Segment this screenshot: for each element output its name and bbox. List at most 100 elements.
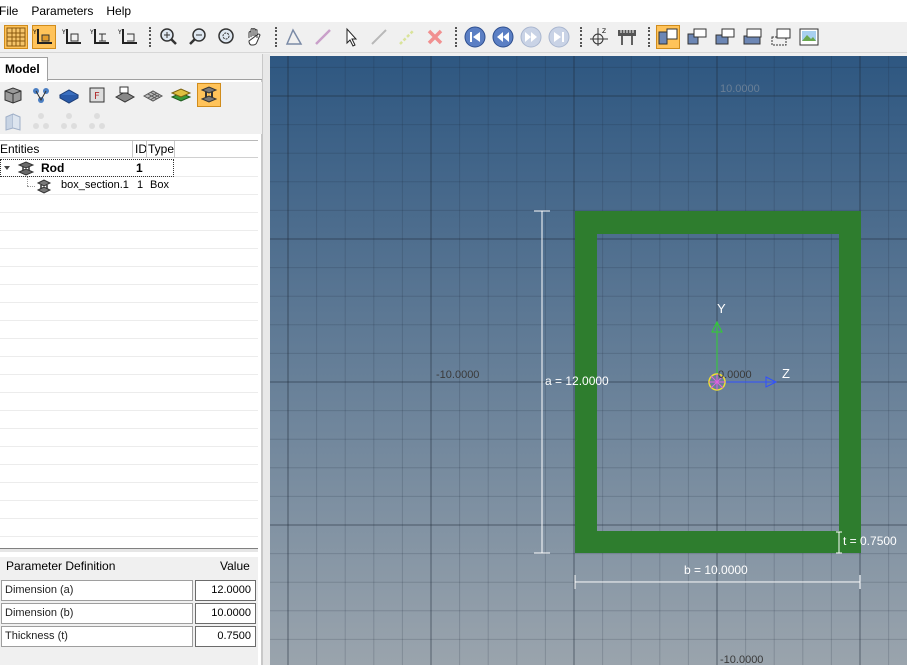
delete-icon[interactable] [423, 25, 447, 49]
tree-row-rod[interactable]: Rod 1 [0, 159, 258, 177]
expand-icon[interactable] [4, 165, 11, 172]
axis-yz-icon[interactable]: Y [32, 25, 56, 49]
panel-tab-bar: Model [0, 54, 262, 81]
grid-icon[interactable] [4, 25, 28, 49]
view-2-icon[interactable] [685, 25, 709, 49]
tree-item-id: 1 [136, 161, 143, 175]
param-label-t: Thickness (t) [1, 626, 193, 647]
new-entity-icon[interactable] [1, 83, 25, 107]
disabled-tool-2-icon[interactable] [57, 109, 81, 133]
pan-icon[interactable] [242, 25, 266, 49]
panel-splitter[interactable] [0, 548, 258, 552]
rod-icon [17, 161, 35, 176]
pointer-icon[interactable] [339, 25, 363, 49]
viewport-canvas [270, 56, 907, 665]
viewport-splitter[interactable] [262, 54, 270, 665]
model-panel: Model F Entities ID Type Rod 1 box_secti… [0, 54, 262, 665]
tree-line [27, 186, 35, 187]
tree-empty-row [0, 267, 258, 285]
disabled-tool-1-icon[interactable] [29, 109, 53, 133]
entity-tree: Entities ID Type Rod 1 box_section.1 1 B… [0, 140, 258, 544]
tree-empty-row [0, 375, 258, 393]
panel-icon-row: F [0, 82, 262, 108]
param-value-t[interactable]: 0.7500 [195, 626, 256, 647]
view-5-icon[interactable] [769, 25, 793, 49]
zoom-fit-icon[interactable] [214, 25, 238, 49]
menu-bar: File Parameters Help [0, 0, 907, 22]
disabled-tool-3-icon[interactable] [85, 109, 109, 133]
dotted-line-icon[interactable] [367, 25, 391, 49]
tree-item-id: 1 [137, 179, 144, 191]
zoom-out-icon[interactable] [186, 25, 210, 49]
tree-item-type: Box [150, 179, 169, 191]
layers-icon[interactable] [169, 83, 193, 107]
measure-icon[interactable] [615, 25, 639, 49]
column-divider [132, 141, 133, 158]
forward-icon[interactable] [519, 25, 543, 49]
app-window: File Parameters Help Y Y Y Y Z Model F E… [0, 0, 907, 665]
tree-empty-row [0, 339, 258, 357]
tick-left: -10.0000 [436, 369, 480, 381]
tick-bottom: -10.0000 [720, 654, 764, 665]
dashed-line-icon[interactable] [395, 25, 419, 49]
line-icon[interactable] [311, 25, 335, 49]
sketch-icon[interactable] [1, 109, 25, 133]
axis-settings-icon[interactable]: Z [587, 25, 611, 49]
z-axis-label: Z [782, 366, 790, 381]
menu-file[interactable]: File [0, 0, 25, 22]
dimension-t-label[interactable]: t = 0.7500 [843, 534, 897, 548]
material-icon[interactable] [113, 83, 137, 107]
view-4-icon[interactable] [741, 25, 765, 49]
menu-help[interactable]: Help [106, 0, 138, 22]
load-icon[interactable]: F [85, 83, 109, 107]
axis-yz-4-icon[interactable]: Y [117, 25, 141, 49]
menu-parameters[interactable]: Parameters [31, 0, 100, 22]
tree-empty-row [0, 357, 258, 375]
tree-header: Entities ID Type [0, 141, 258, 158]
view-1-icon[interactable] [656, 25, 680, 49]
axis-yz-3-icon[interactable]: Y [89, 25, 113, 49]
tree-empty-row [0, 321, 258, 339]
section-icon[interactable] [197, 83, 221, 107]
svg-text:Z: Z [602, 28, 606, 35]
svg-text:F: F [94, 91, 100, 102]
rewind-icon[interactable] [491, 25, 515, 49]
tick-top: 10.0000 [720, 83, 760, 95]
view-3-icon[interactable] [713, 25, 737, 49]
tree-line [27, 177, 28, 186]
mesh-icon[interactable] [141, 83, 165, 107]
zoom-in-icon[interactable] [156, 25, 180, 49]
tree-empty-row [0, 429, 258, 447]
dimension-b-label[interactable]: b = 10.0000 [684, 563, 748, 577]
toolbar-separator [275, 27, 277, 47]
toolbar-separator [580, 27, 582, 47]
first-icon[interactable] [463, 25, 487, 49]
tab-model[interactable]: Model [0, 57, 48, 81]
tick-origin: 0.0000 [718, 369, 752, 381]
param-value-a[interactable]: 12.0000 [195, 580, 256, 601]
param-header-value: Value [220, 559, 250, 573]
tree-empty-row [0, 303, 258, 321]
svg-text:Y: Y [33, 29, 37, 36]
tree-empty-row [0, 501, 258, 519]
col-type[interactable]: Type [148, 142, 174, 156]
dimension-a-label[interactable]: a = 12.0000 [545, 374, 609, 388]
graphics-viewport[interactable]: 10.0000 -10.0000 0.0000 -10.0000 a = 12.… [270, 56, 907, 665]
plate-icon[interactable] [57, 83, 81, 107]
toolbar-separator [149, 27, 151, 47]
param-header-definition: Parameter Definition [6, 559, 116, 573]
last-icon[interactable] [547, 25, 571, 49]
tree-empty-row [0, 411, 258, 429]
toolbar-separator [648, 27, 650, 47]
axis-yz-2-icon[interactable]: Y [61, 25, 85, 49]
param-value-b[interactable]: 10.0000 [195, 603, 256, 624]
col-entities[interactable]: Entities [0, 142, 39, 156]
svg-text:Y: Y [62, 29, 66, 36]
column-divider [146, 141, 147, 158]
view-image-icon[interactable] [797, 25, 821, 49]
hierarchy-icon[interactable] [29, 83, 53, 107]
tree-empty-row [0, 285, 258, 303]
tree-row-box-section[interactable]: box_section.1 1 Box [0, 177, 258, 195]
triangle-icon[interactable] [282, 25, 306, 49]
tree-empty-row [0, 195, 258, 213]
